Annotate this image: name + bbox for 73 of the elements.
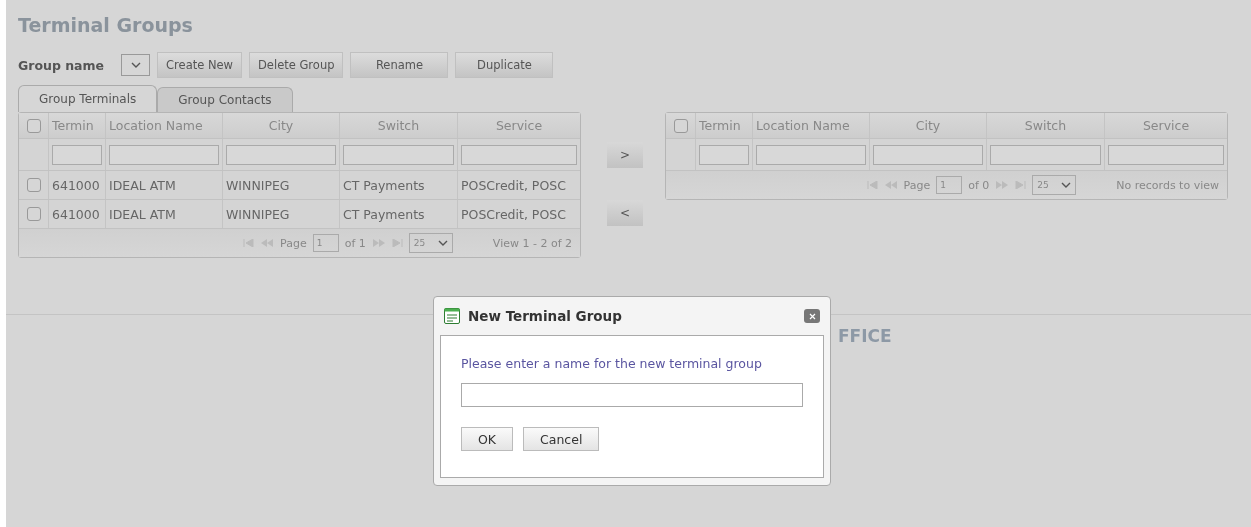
column-header[interactable]: Switch (987, 113, 1105, 138)
row-checkbox[interactable] (26, 178, 41, 192)
column-header[interactable]: Location Name (753, 113, 870, 138)
filter-input[interactable] (990, 144, 1101, 165)
dialog-button[interactable]: Cancel (523, 427, 600, 451)
tab[interactable]: Group Terminals (18, 85, 158, 112)
table-cell: 641000 (52, 177, 100, 193)
chevron-down-icon (437, 239, 448, 247)
page-size-dropdown[interactable]: 25 (1032, 175, 1077, 195)
previous-page-icon[interactable] (883, 181, 898, 189)
dialog-title: New Terminal Group (468, 308, 623, 324)
dialog-prompt: Please enter a name for the new terminal group (461, 356, 763, 371)
column-header[interactable]: Switch (340, 113, 458, 138)
select-all-checkbox[interactable] (26, 118, 41, 133)
table-cell: IDEAL ATM (109, 206, 176, 222)
table-cell: POSCredit, POSC (461, 206, 566, 222)
records-info: No records to view (1116, 178, 1219, 192)
table-cell: 641000 (52, 206, 100, 222)
tab[interactable]: Group Contacts (157, 87, 293, 112)
page-label: Page (903, 178, 931, 192)
column-header[interactable]: Service (1105, 113, 1227, 138)
toolbar-button[interactable]: Create New (157, 52, 242, 78)
group-name-label: Group name (18, 57, 105, 73)
last-page-icon[interactable] (1015, 181, 1027, 189)
column-header[interactable]: Termin (49, 113, 106, 138)
toolbar-button[interactable]: Rename (350, 52, 449, 78)
group-name-input[interactable] (461, 383, 803, 407)
chevron-down-icon (130, 61, 141, 69)
page-count: of 1 (344, 236, 366, 250)
column-header[interactable]: Termin (696, 113, 753, 138)
table-cell: POSCredit, POSC (461, 177, 566, 193)
page-count: of 0 (968, 178, 990, 192)
toolbar-button[interactable]: Delete Group (249, 52, 344, 78)
next-page-icon[interactable] (371, 239, 386, 247)
first-page-icon[interactable] (866, 181, 878, 189)
table-cell: WINNIPEG (226, 177, 290, 193)
table-cell: CT Payments (343, 177, 425, 193)
column-header[interactable]: City (870, 113, 987, 138)
window-icon (444, 308, 460, 324)
column-header[interactable]: Location Name (106, 113, 223, 138)
filter-input[interactable] (226, 144, 336, 165)
chevron-down-icon (1061, 181, 1072, 189)
next-page-icon[interactable] (995, 181, 1010, 189)
row-checkbox[interactable] (26, 207, 41, 221)
first-page-icon[interactable] (243, 239, 255, 247)
records-info: View 1 - 2 of 2 (492, 236, 572, 250)
close-button[interactable] (804, 309, 820, 323)
page-number-input[interactable]: 1 (936, 176, 963, 194)
table-cell: IDEAL ATM (109, 177, 176, 193)
filter-input[interactable] (461, 144, 577, 165)
select-all-checkbox[interactable] (673, 118, 688, 133)
filter-input[interactable] (699, 144, 749, 165)
previous-page-icon[interactable] (260, 239, 275, 247)
logo-text: FFICE (838, 326, 892, 346)
filter-input[interactable] (873, 144, 983, 165)
group-name-dropdown[interactable] (121, 54, 151, 76)
filter-input[interactable] (343, 144, 454, 165)
page-label: Page (280, 236, 307, 250)
column-header[interactable]: Service (458, 113, 580, 138)
close-icon (808, 312, 816, 320)
table-cell: WINNIPEG (226, 206, 290, 222)
last-page-icon[interactable] (391, 239, 403, 247)
filter-input[interactable] (52, 144, 102, 165)
filter-input[interactable] (756, 144, 866, 165)
dialog-button[interactable]: OK (461, 427, 514, 451)
table-cell: CT Payments (343, 206, 425, 222)
page-number-input[interactable]: 1 (312, 234, 339, 252)
page-title: Terminal Groups (18, 14, 194, 38)
column-header[interactable]: City (223, 113, 340, 138)
filter-input[interactable] (1108, 144, 1224, 165)
filter-input[interactable] (109, 144, 219, 165)
page-size-dropdown[interactable]: 25 (408, 233, 453, 253)
toolbar-button[interactable]: Duplicate (455, 52, 554, 78)
